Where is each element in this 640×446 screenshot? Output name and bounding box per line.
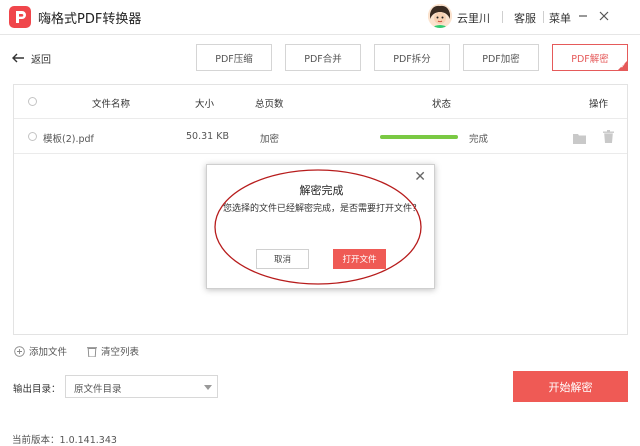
header-size: 大小 <box>195 99 215 110</box>
row-select-radio[interactable] <box>28 132 37 141</box>
tab-pdf-encrypt[interactable]: PDF加密 <box>463 44 539 71</box>
arrow-left-icon <box>12 53 24 63</box>
tab-label: PDF拆分 <box>393 53 431 65</box>
tab-pdf-decrypt[interactable]: PDF解密 ✓ <box>552 44 628 71</box>
header-pages: 总页数 <box>255 99 284 110</box>
back-button[interactable]: 返回 <box>12 50 51 66</box>
check-icon: ✓ <box>620 62 626 70</box>
start-decrypt-button[interactable]: 开始解密 <box>513 371 628 402</box>
version-text: 当前版本：1.0.141.343 <box>12 435 117 446</box>
back-label: 返回 <box>31 54 51 66</box>
decrypt-complete-dialog: ✕ 解密完成 您选择的文件已经解密完成，是否需要打开文件？ 取消 打开文件 <box>206 164 435 289</box>
dialog-message: 您选择的文件已经解密完成，是否需要打开文件？ <box>223 204 422 214</box>
tab-label: PDF解密 <box>571 53 609 65</box>
app-logo-icon <box>9 6 31 28</box>
user-name[interactable]: 云里川 <box>457 10 490 26</box>
clear-list-label: 清空列表 <box>101 347 140 358</box>
tab-pdf-split[interactable]: PDF拆分 <box>374 44 450 71</box>
header-name: 文件名称 <box>92 99 131 110</box>
progress-bar <box>380 135 458 139</box>
file-size: 50.31 KB <box>186 131 229 142</box>
divider <box>502 11 503 23</box>
file-pages: 加密 <box>260 134 280 145</box>
file-status: 完成 <box>469 134 489 145</box>
chevron-down-icon <box>204 385 212 390</box>
output-dir-select[interactable]: 原文件目录 <box>65 375 218 398</box>
divider <box>543 11 544 23</box>
tab-label: PDF合并 <box>304 53 342 65</box>
folder-icon[interactable] <box>573 129 586 148</box>
tab-pdf-merge[interactable]: PDF合并 <box>285 44 361 71</box>
menu-link[interactable]: 菜单 <box>549 10 571 26</box>
title-bar: 嗨格式PDF转换器 云里川 客服 菜单 <box>0 0 640 35</box>
header-actions: 操作 <box>589 99 609 110</box>
select-all-radio[interactable] <box>28 97 37 106</box>
table-row[interactable]: 模板(2).pdf 50.31 KB 加密 完成 <box>14 119 627 154</box>
dialog-title: 解密完成 <box>299 184 344 197</box>
dialog-open-file-button[interactable]: 打开文件 <box>333 249 386 269</box>
minimize-icon[interactable] <box>576 8 590 22</box>
tab-label: PDF加密 <box>482 53 520 65</box>
output-dir-label: 输出目录： <box>13 384 61 395</box>
dialog-cancel-button[interactable]: 取消 <box>256 249 309 269</box>
customer-service-link[interactable]: 客服 <box>514 10 536 26</box>
close-icon[interactable] <box>597 8 611 22</box>
add-files-label: 添加文件 <box>29 347 68 358</box>
tab-pdf-compress[interactable]: PDF压缩 <box>196 44 272 71</box>
output-dir-value: 原文件目录 <box>74 384 122 395</box>
trash-icon <box>87 346 97 357</box>
clear-list-button[interactable]: 清空列表 <box>87 344 139 358</box>
table-header: 文件名称 大小 总页数 状态 操作 <box>14 85 627 119</box>
file-name: 模板(2).pdf <box>43 134 94 145</box>
user-avatar[interactable] <box>428 4 452 28</box>
header-status: 状态 <box>432 99 452 110</box>
tab-label: PDF压缩 <box>215 53 253 65</box>
app-title: 嗨格式PDF转换器 <box>38 12 142 27</box>
progress-fill <box>380 135 458 139</box>
trash-icon[interactable] <box>603 128 614 147</box>
plus-circle-icon <box>14 345 25 357</box>
add-files-button[interactable]: 添加文件 <box>14 344 67 358</box>
